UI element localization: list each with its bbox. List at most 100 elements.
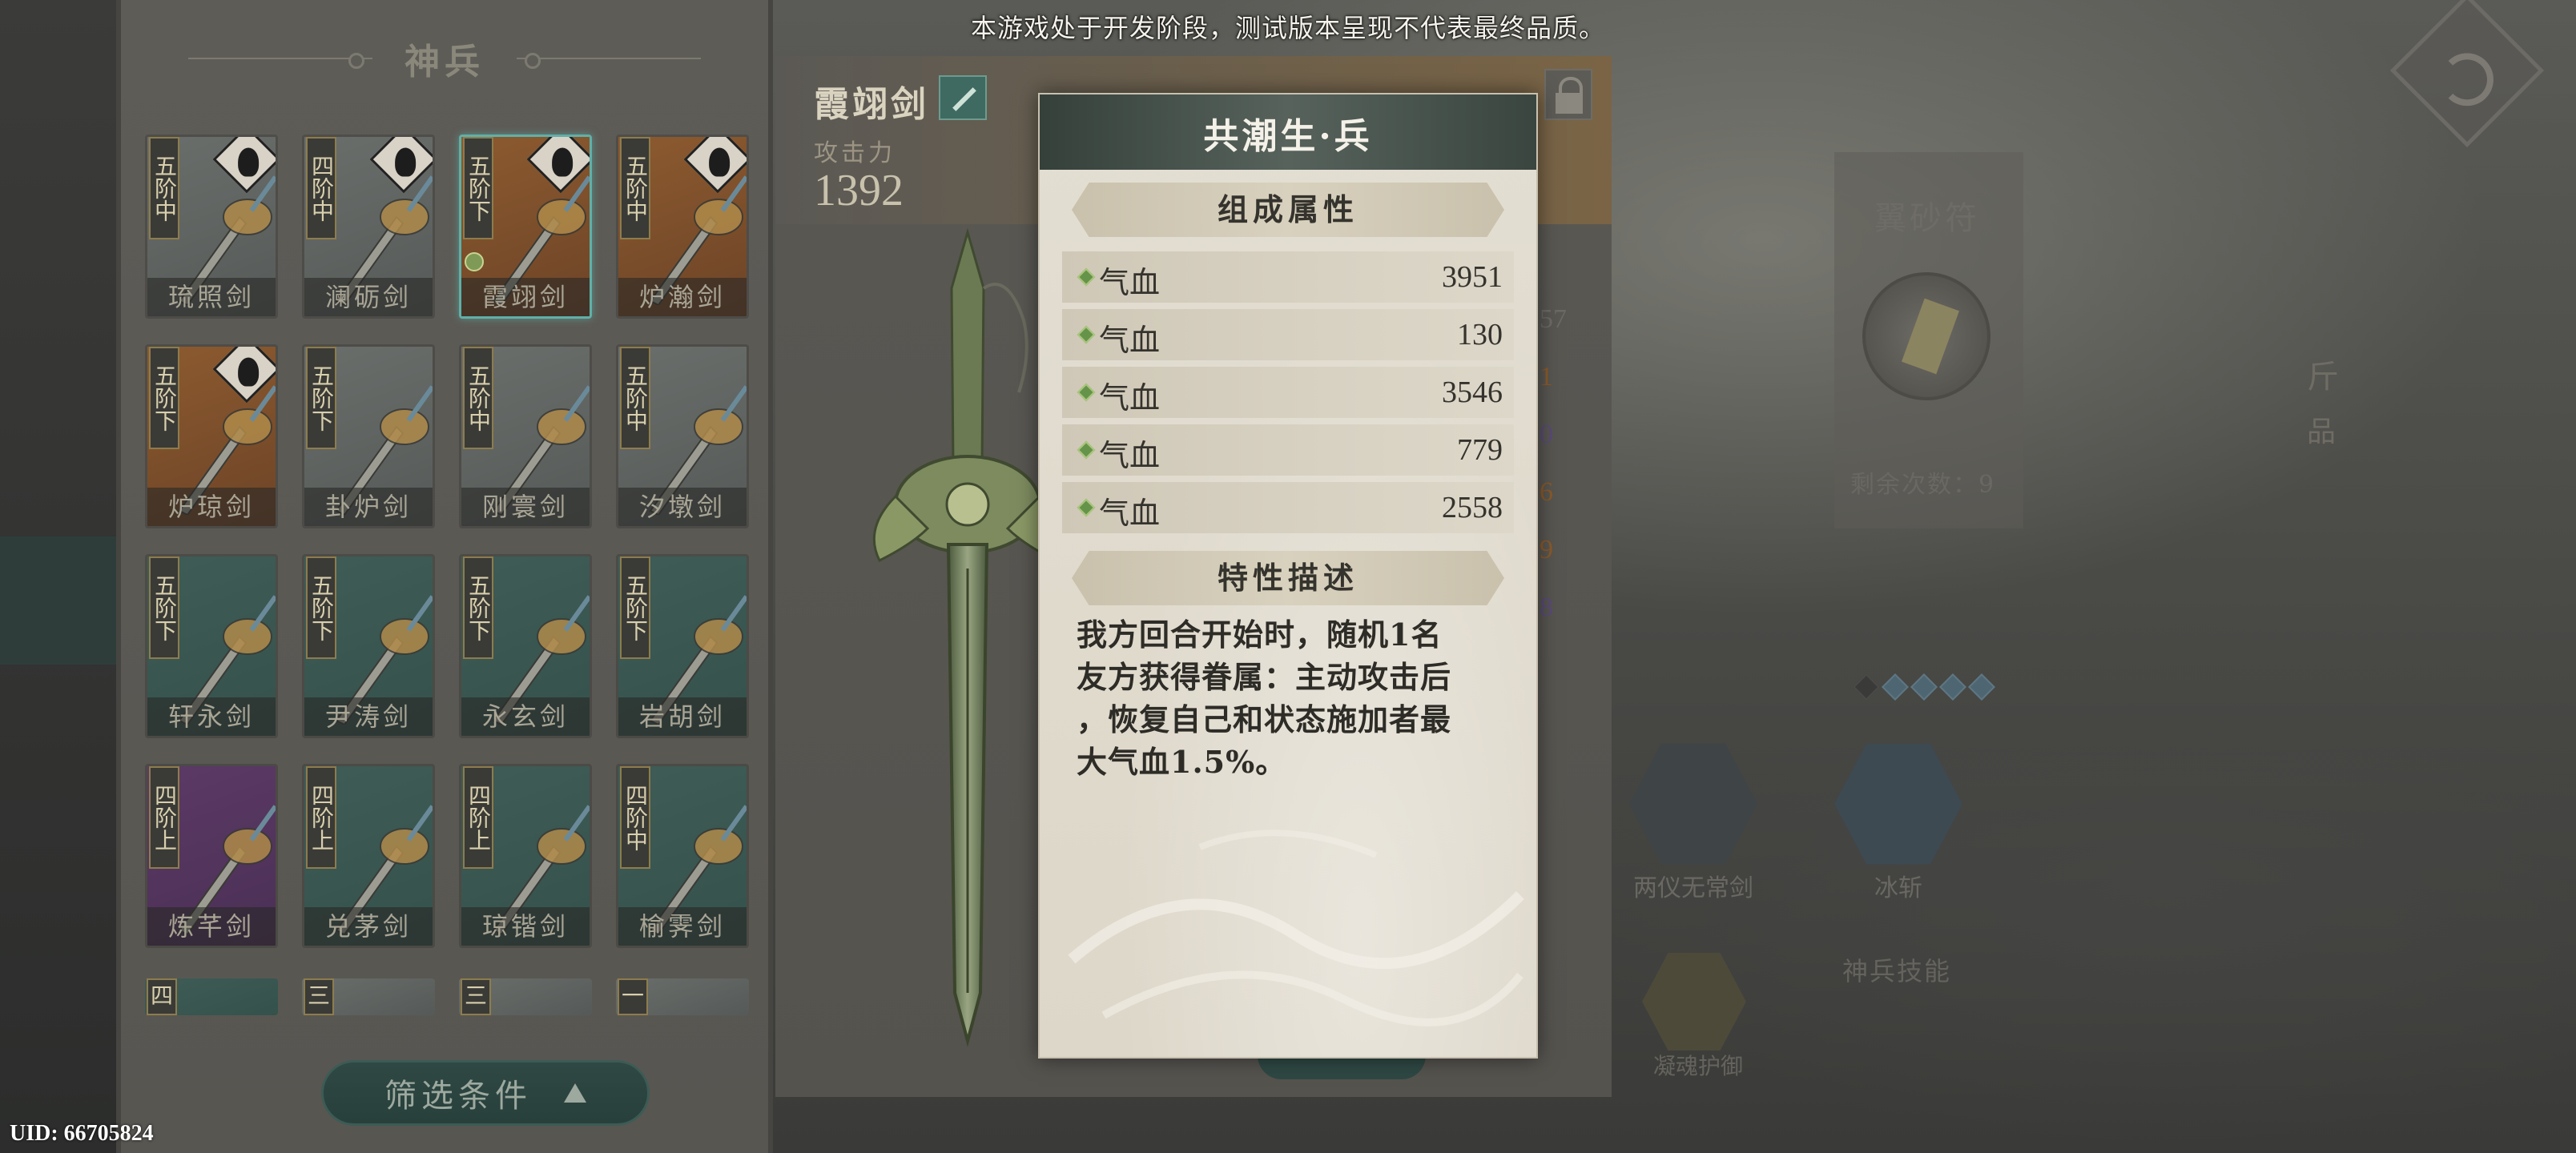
weapon-card[interactable]: 五阶中 琉照剑 bbox=[145, 135, 278, 319]
skill-slot-1[interactable]: 两仪无常剑 bbox=[1629, 740, 1757, 902]
attr-row: 气血 130 bbox=[1062, 309, 1514, 360]
skill-label: 凝魂护御 bbox=[1652, 1053, 1743, 1079]
title-ornament-right-icon bbox=[517, 51, 701, 69]
rune-title: 翼砂符 bbox=[1874, 200, 1980, 237]
tier-badge: 五阶下 bbox=[306, 556, 336, 659]
attr-value: 779 bbox=[1457, 433, 1503, 467]
attr-value: 3546 bbox=[1442, 376, 1503, 409]
weapon-card[interactable]: 一 bbox=[616, 978, 749, 1015]
tier-badge: 五阶下 bbox=[463, 556, 493, 659]
diamond-bullet-icon bbox=[1077, 325, 1096, 344]
tier-badge: 三 bbox=[304, 978, 334, 1015]
rename-icon[interactable] bbox=[939, 75, 987, 120]
arrow-up-icon bbox=[564, 1083, 586, 1103]
attr-value: 2558 bbox=[1442, 491, 1503, 524]
attr-row: 气血 3546 bbox=[1062, 367, 1514, 418]
title-ornament-left-icon bbox=[188, 51, 372, 69]
set-bonus-popup: 共潮生·兵 组成属性 气血 3951 气血 130 气血 3546 气血 779 气血 2558 … bbox=[1038, 93, 1538, 1059]
background-stat-value: 57 bbox=[1540, 304, 1567, 334]
star-rating bbox=[1853, 673, 1995, 701]
weapon-card[interactable]: 四阶上 兑茅剑 bbox=[302, 764, 435, 948]
dev-notice: 本游戏处于开发阶段，测试版本呈现不代表最终品质。 bbox=[970, 13, 1605, 43]
description-line: 大气血1.5%。 bbox=[1077, 744, 1287, 780]
lock-icon[interactable] bbox=[1544, 69, 1592, 120]
description-line: 友方获得眷属：主动攻击后 bbox=[1077, 659, 1452, 695]
weapon-card[interactable]: 五阶下 炉琼剑 bbox=[145, 344, 278, 528]
tier-badge: 五阶下 bbox=[149, 347, 179, 449]
skill-slot-2[interactable]: 冰斩 bbox=[1834, 740, 1962, 902]
tier-badge: 四阶中 bbox=[306, 137, 336, 239]
description-line: ，恢复自己和状态施加者最 bbox=[1077, 701, 1452, 737]
weapon-card-name: 永玄剑 bbox=[461, 697, 590, 736]
weapon-card-name: 汐墩剑 bbox=[618, 488, 747, 526]
weapon-card[interactable]: 三 bbox=[302, 978, 435, 1015]
weapon-grid: 五阶中 琉照剑 四阶中 澜砺剑 五阶下 霞翊剑 五阶中 炉瀚剑 五阶下 炉琼剑 五阶下 卦炉剑 五阶中刚… bbox=[145, 135, 754, 948]
skill-label: 两仪无常剑 bbox=[1633, 874, 1753, 902]
tier-badge: 四阶中 bbox=[620, 766, 650, 869]
tier-badge: 四 bbox=[147, 978, 177, 1015]
weapon-card[interactable]: 五阶中 汐墩剑 bbox=[616, 344, 749, 528]
weapon-card-name: 炉琼剑 bbox=[147, 488, 276, 526]
description-line: 我方回合开始时，随机1名 bbox=[1077, 617, 1443, 653]
tier-badge: 五阶中 bbox=[463, 347, 493, 449]
star-icon bbox=[1910, 673, 1938, 701]
tier-badge: 五阶中 bbox=[620, 137, 650, 239]
attrs-section-title: 组成属性 bbox=[1217, 191, 1358, 227]
attrs-section-banner: 组成属性 bbox=[1072, 183, 1504, 237]
attr-row: 气血 2558 bbox=[1062, 482, 1514, 533]
diamond-bullet-icon bbox=[1077, 440, 1096, 460]
popup-header: 共潮生·兵 bbox=[1040, 94, 1536, 170]
diamond-bullet-icon bbox=[1077, 498, 1096, 517]
weapon-card[interactable]: 五阶下 岩胡剑 bbox=[616, 554, 749, 738]
weapon-card[interactable]: 五阶下 尹涛剑 bbox=[302, 554, 435, 738]
tier-badge: 五阶下 bbox=[463, 137, 493, 239]
trait-description: 我方回合开始时，随机1名 友方获得眷属：主动攻击后 ，恢复自己和状态施加者最 大气血1… bbox=[1077, 613, 1509, 783]
tier-badge: 四阶上 bbox=[463, 766, 493, 869]
attr-row: 气血 3951 bbox=[1062, 251, 1514, 303]
weapon-card[interactable]: 五阶下 霞翊剑 bbox=[459, 135, 592, 319]
weapon-card[interactable]: 四阶中 澜砺剑 bbox=[302, 135, 435, 319]
tier-badge: 一 bbox=[618, 978, 648, 1015]
background-stat-value: 0 bbox=[1540, 420, 1553, 449]
weapon-card[interactable]: 五阶中 炉瀚剑 bbox=[616, 135, 749, 319]
skill-label: 冰斩 bbox=[1874, 874, 1922, 902]
attr-value: 130 bbox=[1457, 318, 1503, 352]
sword-icon bbox=[1834, 743, 1962, 865]
star-icon bbox=[1968, 673, 1995, 701]
background-text: 斤 bbox=[2307, 359, 2339, 396]
weapon-card[interactable]: 五阶下 轩永剑 bbox=[145, 554, 278, 738]
weapon-card[interactable]: 五阶下 卦炉剑 bbox=[302, 344, 435, 528]
uid-label: UID: 66705824 bbox=[10, 1121, 154, 1146]
attr-row: 气血 779 bbox=[1062, 424, 1514, 476]
weapon-card[interactable]: 四 bbox=[145, 978, 278, 1015]
background-text: 品 bbox=[2307, 416, 2337, 448]
popup-title: 共潮生·兵 bbox=[1203, 116, 1373, 157]
weapon-card[interactable]: 五阶下 永玄剑 bbox=[459, 554, 592, 738]
tier-badge: 五阶下 bbox=[620, 556, 650, 659]
weapon-card-name: 炼芊剑 bbox=[147, 907, 276, 946]
tier-badge: 五阶下 bbox=[149, 556, 179, 659]
weapon-card[interactable]: 三 bbox=[459, 978, 592, 1015]
weapon-card[interactable]: 五阶中 刚寰剑 bbox=[459, 344, 592, 528]
attr-value: 3951 bbox=[1442, 260, 1503, 294]
tier-badge: 五阶中 bbox=[149, 137, 179, 239]
weapon-card[interactable]: 四阶中 榆霁剑 bbox=[616, 764, 749, 948]
tier-badge: 四阶上 bbox=[149, 766, 179, 869]
background-stat-value: 9 bbox=[1540, 535, 1553, 564]
diamond-bullet-icon bbox=[1077, 267, 1096, 287]
weapon-card-name: 榆霁剑 bbox=[618, 907, 747, 946]
star-icon bbox=[1939, 673, 1966, 701]
attr-name: 气血 bbox=[1099, 265, 1161, 300]
rune-talisman-icon[interactable] bbox=[1862, 272, 1990, 400]
filter-button[interactable]: 筛选条件 bbox=[321, 1060, 650, 1126]
desc-section-title: 特性描述 bbox=[1217, 560, 1358, 596]
weapon-list-panel: 神兵 五阶中 琉照剑 四阶中 澜砺剑 五阶下 霞翊剑 五阶中 炉瀚剑 五阶下 炉琼剑 五阶下 卦炉剑五… bbox=[116, 0, 773, 1153]
weapon-card[interactable]: 四阶上 琼锴剑 bbox=[459, 764, 592, 948]
weapon-grid-next-row: 四三三一 bbox=[145, 978, 754, 1015]
desc-section-banner: 特性描述 bbox=[1072, 551, 1504, 605]
tier-badge: 五阶中 bbox=[620, 347, 650, 449]
weapon-card-name: 岩胡剑 bbox=[618, 697, 747, 736]
skills-section-label: 神兵技能 bbox=[1842, 956, 1952, 986]
weapon-card[interactable]: 四阶上 炼芊剑 bbox=[145, 764, 278, 948]
yin-yang-icon bbox=[1629, 743, 1757, 865]
